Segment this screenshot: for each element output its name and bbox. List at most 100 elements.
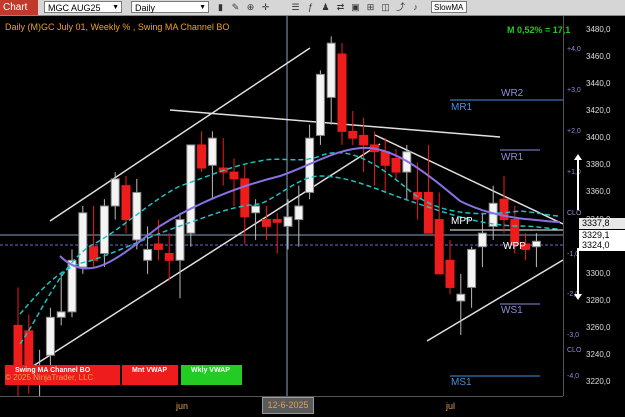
candle-body bbox=[445, 259, 455, 288]
candle-body bbox=[251, 205, 261, 214]
candle-body bbox=[153, 243, 163, 250]
chart-toolbar: Chart MGC AUG25 ▼ Daily ▼ ▮ ✎ ⊕ ✛ ☰ ƒ ♟ … bbox=[0, 0, 625, 16]
properties-icon[interactable]: ☰ bbox=[290, 2, 301, 13]
instrument-selector[interactable]: MGC AUG25 ▼ bbox=[44, 1, 122, 13]
candle-body bbox=[337, 53, 347, 132]
pct-tick: +4,0 bbox=[567, 46, 581, 53]
price-tag-open: 3324,0 bbox=[579, 240, 625, 251]
candle-body bbox=[326, 42, 336, 98]
copyright-text: © 2025 NinjaTrader, LLC bbox=[5, 373, 94, 382]
zoom-icon[interactable]: ⊕ bbox=[245, 2, 256, 13]
candle-body bbox=[132, 191, 142, 241]
time-label-jul: jul bbox=[446, 401, 456, 411]
clo-label: CLO bbox=[567, 210, 582, 217]
data-box-icon[interactable]: ▣ bbox=[350, 2, 361, 13]
pivot-label-mpp: MPP bbox=[451, 216, 473, 227]
candle-body bbox=[207, 137, 217, 166]
candle-body bbox=[467, 248, 477, 288]
range-bar-lower bbox=[577, 248, 579, 294]
m-percent-label: M 0,52% = 17,1 bbox=[507, 25, 571, 35]
candle-body bbox=[348, 130, 358, 139]
pct-tick: +3,0 bbox=[567, 87, 581, 94]
candle-body bbox=[186, 144, 196, 234]
price-tick: 3420,0 bbox=[586, 106, 611, 115]
chart-trader-icon[interactable]: ⇄ bbox=[335, 2, 346, 13]
indicators-icon[interactable]: ƒ bbox=[305, 2, 316, 13]
channel-upper-line[interactable] bbox=[49, 47, 311, 222]
trendline-resistance[interactable] bbox=[169, 109, 501, 138]
pct-tick: +2,0 bbox=[567, 128, 581, 135]
price-tick: 3220,0 bbox=[586, 377, 611, 387]
candle-body bbox=[531, 240, 541, 248]
candle-body bbox=[315, 73, 325, 136]
candle-body bbox=[294, 205, 304, 221]
price-tick: 3380,0 bbox=[586, 160, 611, 170]
time-axis[interactable]: jun 12-6-2025 jul bbox=[0, 396, 563, 417]
candle-body bbox=[359, 134, 369, 146]
indicator-selector[interactable]: SlowMA bbox=[431, 1, 467, 13]
candle-body bbox=[143, 248, 153, 261]
pivot-label-ws1: WS1 bbox=[501, 305, 523, 316]
pivot-label-wpp: WPP bbox=[503, 241, 526, 252]
candle-body bbox=[380, 151, 390, 166]
candle-body bbox=[197, 144, 207, 169]
arrow-down-icon bbox=[574, 294, 582, 300]
price-tick: 3300,0 bbox=[586, 268, 611, 278]
bar-type-icon[interactable]: ▮ bbox=[215, 2, 226, 13]
legend-mnt-vwap[interactable]: Mnt VWAP bbox=[122, 365, 178, 385]
legend-wkly-vwap[interactable]: Wkly VWAP bbox=[181, 365, 242, 385]
pivot-label-wr1: WR1 bbox=[501, 152, 524, 163]
pct-tick: -3,0 bbox=[567, 332, 580, 339]
interval-selector[interactable]: Daily ▼ bbox=[131, 1, 209, 13]
candle-body bbox=[99, 205, 109, 254]
candle-body bbox=[164, 253, 174, 261]
screenshot-icon[interactable]: ◫ bbox=[380, 2, 391, 13]
candle-body bbox=[477, 232, 487, 248]
price-tag-last: 3337,8 bbox=[579, 218, 625, 229]
range-bar-upper bbox=[577, 160, 579, 210]
pivot-label-wr2: WR2 bbox=[501, 88, 524, 99]
chevron-down-icon: ▼ bbox=[199, 4, 206, 11]
candle-body bbox=[391, 158, 401, 173]
price-tick: 3460,0 bbox=[586, 51, 611, 61]
crosshair-icon[interactable]: ✛ bbox=[260, 2, 271, 13]
candle-body bbox=[56, 311, 66, 318]
candle-body bbox=[272, 219, 282, 223]
candle-body bbox=[423, 191, 433, 234]
time-label-jun: jun bbox=[176, 401, 189, 411]
instrument-selector-value: MGC AUG25 bbox=[48, 3, 101, 13]
crosshair-time-label: 12-6-2025 bbox=[262, 397, 314, 414]
candle-body bbox=[283, 216, 293, 227]
drawing-tool-icon[interactable]: ✎ bbox=[230, 2, 241, 13]
clo-label: CLO bbox=[567, 347, 582, 354]
pivot-label-ms1: MS1 bbox=[451, 377, 472, 388]
interval-selector-value: Daily bbox=[135, 3, 156, 13]
candle-body bbox=[229, 171, 239, 180]
price-tick: 3260,0 bbox=[586, 323, 611, 333]
candle-body bbox=[434, 219, 444, 275]
price-axis[interactable]: 3480,0 3460,0 3440,0 3420,0 3400,0 3380,0 3360… bbox=[563, 16, 625, 396]
price-tick: 3360,0 bbox=[586, 187, 611, 197]
candle-body bbox=[78, 212, 88, 268]
pct-tick: -4,0 bbox=[567, 373, 580, 380]
price-tick: 3480,0 bbox=[586, 24, 611, 34]
tile-icon[interactable]: ⊞ bbox=[365, 2, 376, 13]
share-icon[interactable]: ⤴ bbox=[395, 2, 406, 13]
trendline-descending[interactable] bbox=[374, 134, 563, 225]
candle-body bbox=[456, 293, 466, 302]
strategies-icon[interactable]: ♟ bbox=[320, 2, 331, 13]
chart-tab[interactable]: Chart bbox=[0, 0, 38, 15]
price-tick: 3440,0 bbox=[586, 78, 611, 88]
pivot-label-mr1: MR1 bbox=[451, 102, 473, 113]
chevron-down-icon: ▼ bbox=[112, 4, 119, 11]
candle-body bbox=[261, 219, 271, 227]
chart-title: Daily (M)GC July 01, Weekly % , Swing MA… bbox=[5, 22, 230, 32]
candle-body bbox=[110, 178, 120, 207]
price-tick: 3280,0 bbox=[586, 296, 611, 305]
candle-body bbox=[45, 316, 55, 356]
alert-icon[interactable]: ♪ bbox=[410, 2, 421, 13]
price-chart[interactable] bbox=[0, 16, 563, 396]
candle-body bbox=[121, 185, 131, 221]
price-tick: 3240,0 bbox=[586, 350, 611, 360]
price-tick: 3400,0 bbox=[586, 133, 611, 143]
